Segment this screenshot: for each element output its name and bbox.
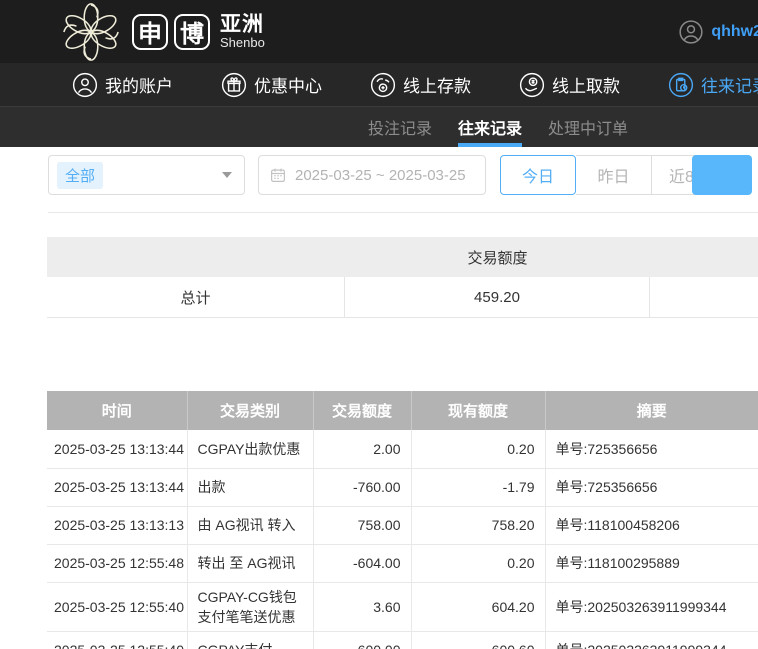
- nav-item-promotions[interactable]: 优惠中心: [221, 72, 322, 98]
- nav-item-label: 线上取款: [552, 77, 620, 96]
- user-account[interactable]: qhhw2: [678, 0, 758, 63]
- cell-type: CGPAY支付: [187, 631, 314, 649]
- cell-balance: 600.60: [411, 631, 546, 649]
- cell-amount: 600.00: [313, 631, 412, 649]
- summary-total-extra: [650, 277, 758, 317]
- date-range-value: 2025-03-25 ~ 2025-03-25: [295, 166, 466, 184]
- col-header-type: 交易类别: [187, 391, 314, 430]
- flower-logo-icon: [63, 2, 119, 61]
- nav-item-my-account[interactable]: 我的账户: [72, 72, 173, 98]
- cell-time: 2025-03-25 13:13:13: [47, 506, 188, 545]
- search-button[interactable]: [692, 155, 752, 195]
- summary-header-empty: [47, 237, 345, 277]
- cell-memo: 单号:202503263911999344: [545, 582, 758, 632]
- nav-item-transactions[interactable]: 往来记录: [668, 72, 758, 98]
- tab-transaction-records[interactable]: 往来记录: [458, 107, 523, 147]
- summary-total-value: 459.20: [345, 277, 650, 317]
- cell-memo: 单号:725356656: [545, 468, 758, 507]
- page: 申 博 亚洲 Shenbo qhhw2 我的账户 优惠中心 线上存款 线上取款 …: [0, 0, 758, 649]
- cell-type: 出款: [187, 468, 314, 507]
- table-row: 2025-03-25 12:55:40 CGPAY-CG钱包支付笔笔送优惠 3.…: [47, 582, 758, 632]
- nav-item-label: 往来记录: [701, 77, 758, 96]
- sub-nav: 投注记录 往来记录 处理中订单: [0, 107, 758, 147]
- logo-region-en: Shenbo: [220, 34, 265, 50]
- table-row: 2025-03-25 13:13:44 CGPAY出款优惠 2.00 0.20 …: [47, 430, 758, 469]
- user-icon: [72, 72, 98, 97]
- table-row: 2025-03-25 13:13:44 出款 -760.00 -1.79 单号:…: [47, 468, 758, 507]
- summary-header-amount: 交易额度: [467, 249, 528, 267]
- cell-balance: 604.20: [411, 582, 546, 632]
- nav-item-label: 我的账户: [105, 77, 173, 96]
- cell-time: 2025-03-25 12:55:48: [47, 544, 188, 583]
- cell-time: 2025-03-25 13:13:44: [47, 468, 188, 507]
- col-header-time: 时间: [47, 391, 188, 430]
- date-range-input[interactable]: 2025-03-25 ~ 2025-03-25: [258, 155, 486, 195]
- category-select[interactable]: 全部: [48, 155, 245, 195]
- table-row: 2025-03-25 12:55:40 CGPAY支付 600.00 600.6…: [47, 631, 758, 649]
- cell-time: 2025-03-25 12:55:40: [47, 582, 188, 632]
- nav-item-deposit[interactable]: 线上存款: [370, 72, 471, 98]
- logo-region: 亚洲 Shenbo: [220, 12, 265, 50]
- cell-balance: 758.20: [411, 506, 546, 545]
- summary-total-row: 总计 459.20: [47, 277, 758, 318]
- cell-amount: -760.00: [313, 468, 412, 507]
- cell-balance: -1.79: [411, 468, 546, 507]
- avatar-icon: [679, 19, 703, 44]
- cell-time: 2025-03-25 12:55:40: [47, 631, 188, 649]
- chevron-down-icon: [222, 172, 232, 178]
- cell-memo: 单号:118100458206: [545, 506, 758, 545]
- table-row: 2025-03-25 12:55:48 转出 至 AG视讯 -604.00 0.…: [47, 544, 758, 583]
- col-header-amount: 交易额度: [313, 391, 412, 430]
- col-header-balance: 现有额度: [411, 391, 546, 430]
- cell-type: 由 AG视讯 转入: [187, 506, 314, 545]
- gift-icon: [221, 72, 247, 97]
- logo-char-bo: 博: [174, 13, 210, 50]
- cell-balance: 0.20: [411, 544, 546, 583]
- cell-amount: 3.60: [313, 582, 412, 632]
- content: 全部 2025-03-25 ~ 2025-03-25 今日 昨日 近8日 交易额…: [0, 147, 758, 649]
- summary-total-label: 总计: [47, 277, 345, 317]
- cell-type: CGPAY出款优惠: [187, 430, 314, 469]
- records-icon: [668, 72, 694, 97]
- top-header: 申 博 亚洲 Shenbo qhhw2: [0, 0, 758, 63]
- table-header-row: 时间 交易类别 交易额度 现有额度 摘要: [47, 391, 758, 430]
- summary-table: 交易额度 总计 459.20: [47, 237, 758, 318]
- cell-type: CGPAY-CG钱包支付笔笔送优惠: [187, 582, 314, 632]
- username[interactable]: qhhw2: [711, 23, 758, 41]
- transactions-table: 时间 交易类别 交易额度 现有额度 摘要 2025-03-25 13:13:44…: [47, 391, 758, 649]
- deposit-icon: [370, 72, 396, 97]
- cell-memo: 单号:118100295889: [545, 544, 758, 583]
- logo-char-shen: 申: [132, 13, 168, 50]
- cell-time: 2025-03-25 13:13:44: [47, 430, 188, 469]
- col-header-memo: 摘要: [545, 391, 758, 430]
- tab-processing-orders[interactable]: 处理中订单: [548, 107, 628, 147]
- cell-amount: 2.00: [313, 430, 412, 469]
- tab-betting-records[interactable]: 投注记录: [368, 107, 432, 147]
- category-selected-value: 全部: [57, 161, 104, 189]
- table-row: 2025-03-25 13:13:13 由 AG视讯 转入 758.00 758…: [47, 506, 758, 545]
- summary-header-row: 交易额度: [47, 237, 758, 277]
- yesterday-button[interactable]: 昨日: [576, 155, 652, 195]
- cell-amount: -604.00: [313, 544, 412, 583]
- cell-amount: 758.00: [313, 506, 412, 545]
- nav-item-withdraw[interactable]: 线上取款: [519, 72, 620, 98]
- cell-memo: 单号:725356656: [545, 430, 758, 469]
- summary-header-empty2: [650, 237, 758, 277]
- logo-region-cn: 亚洲: [220, 12, 264, 36]
- withdraw-icon: [519, 72, 545, 97]
- cell-memo: 单号:202503263911999344: [545, 631, 758, 649]
- divider: [48, 212, 758, 213]
- brand-logo[interactable]: 申 博 亚洲 Shenbo: [58, 0, 265, 63]
- today-button[interactable]: 今日: [500, 155, 576, 195]
- main-nav: 我的账户 优惠中心 线上存款 线上取款 往来记录: [0, 63, 758, 107]
- cell-balance: 0.20: [411, 430, 546, 469]
- calendar-icon: [271, 168, 285, 182]
- cell-type: 转出 至 AG视讯: [187, 544, 314, 583]
- nav-item-label: 优惠中心: [254, 77, 322, 96]
- nav-item-label: 线上存款: [403, 77, 471, 96]
